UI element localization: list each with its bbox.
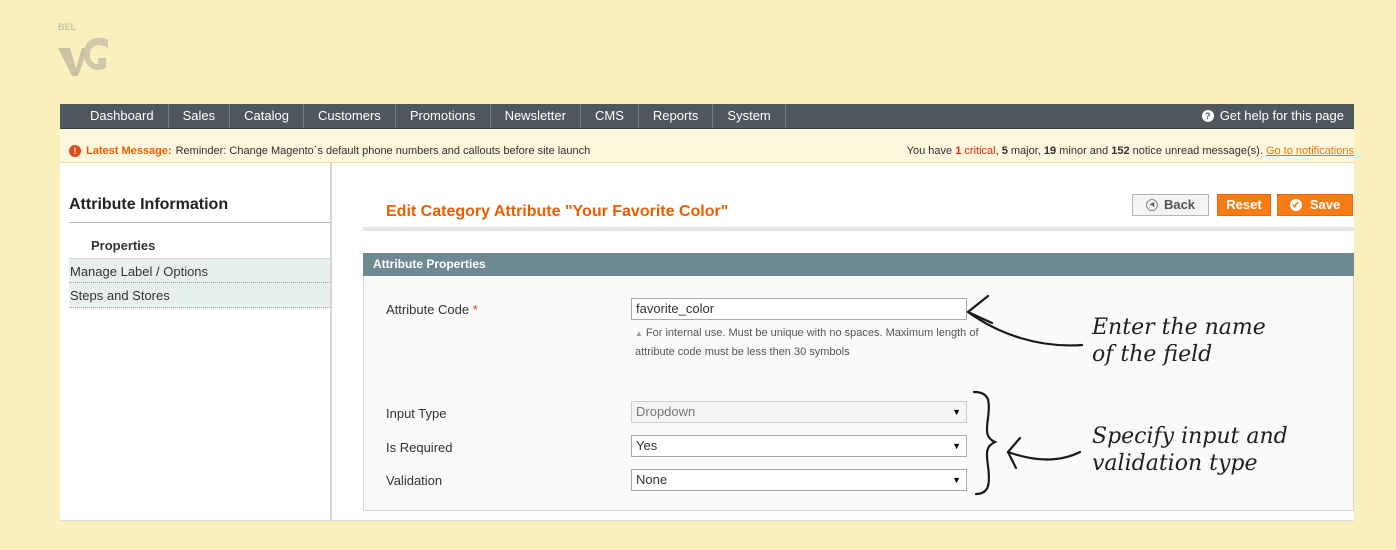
name-annotation: Enter the name of the field [1092,315,1266,367]
name-callout-arrow [966,294,1084,347]
type-annotation: Specify input and validation type [1092,424,1288,476]
type-brace [972,390,998,496]
type-callout-arrow [1006,436,1082,470]
